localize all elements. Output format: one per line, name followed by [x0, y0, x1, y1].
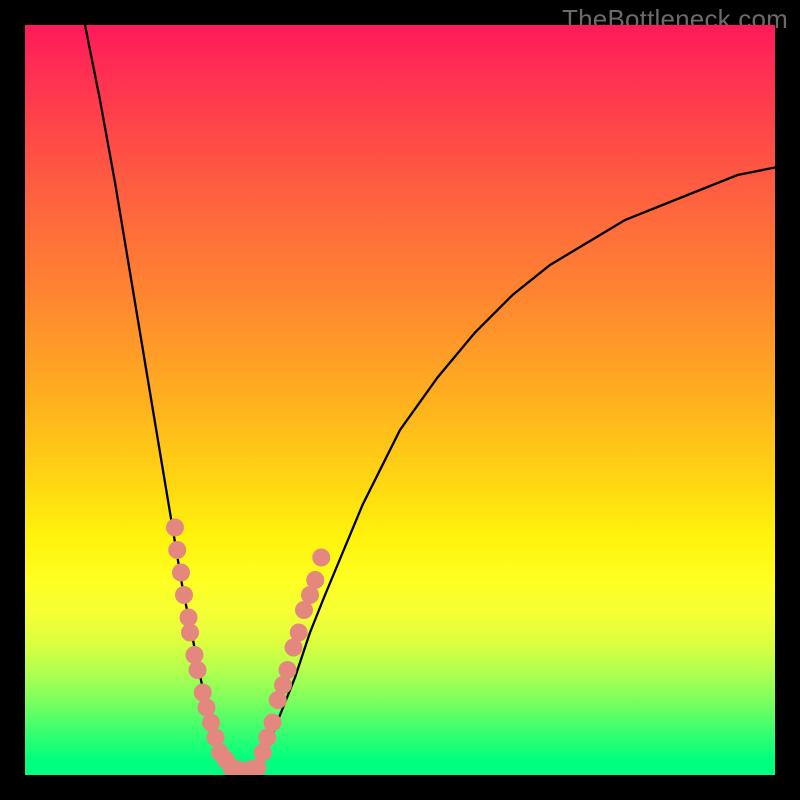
scatter-dot: [168, 541, 186, 559]
scatter-dot: [181, 624, 199, 642]
scatter-dot: [172, 564, 190, 582]
scatter-dot: [166, 519, 184, 537]
scatter-dot: [279, 661, 297, 679]
scatter-dot: [264, 714, 282, 732]
scatter-dot: [312, 549, 330, 567]
scatter-dot: [194, 684, 212, 702]
scatter-dot: [290, 624, 308, 642]
scatter-dot: [175, 586, 193, 604]
scatter-dot: [306, 571, 324, 589]
scatter-dot: [189, 661, 207, 679]
chart-svg: [25, 25, 775, 775]
curve-right: [258, 168, 776, 768]
plot-area: [25, 25, 775, 775]
scatter-dot: [186, 646, 204, 664]
curve-left: [85, 25, 228, 768]
outer-frame: TheBottleneck.com: [0, 0, 800, 800]
